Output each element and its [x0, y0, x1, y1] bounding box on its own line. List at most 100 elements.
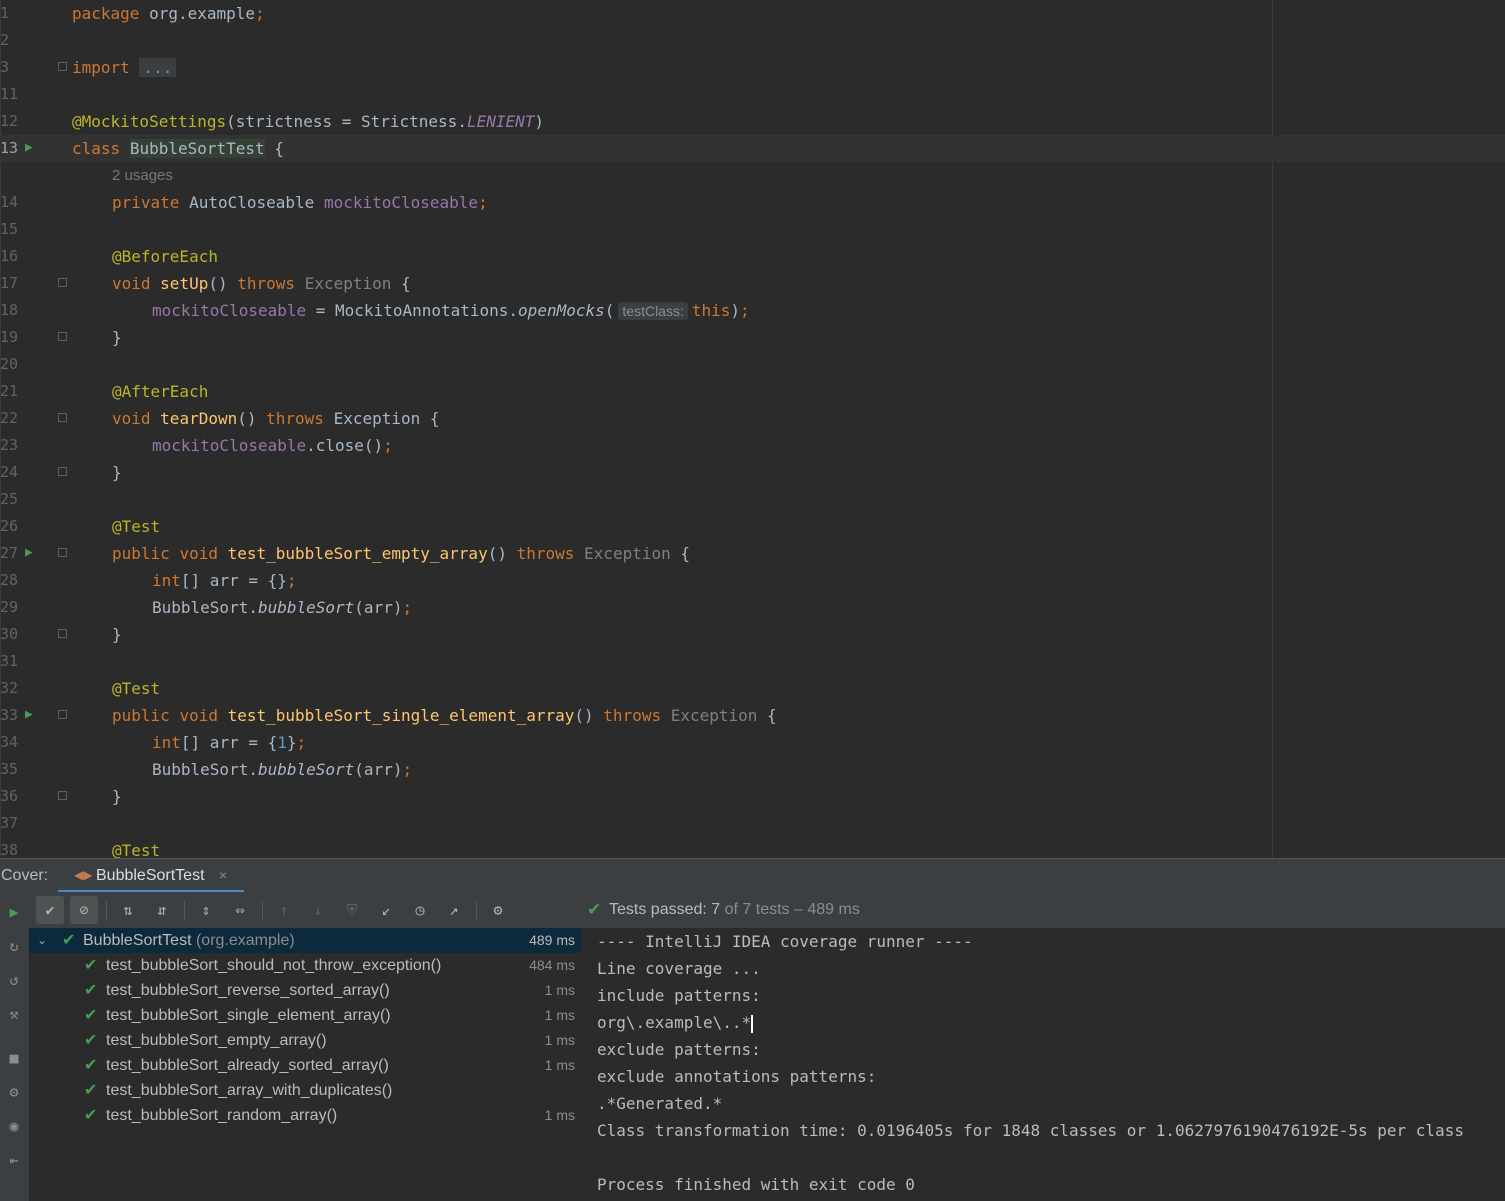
- code-line-31[interactable]: 31: [0, 648, 1505, 675]
- debug-icon[interactable]: ⚙: [4, 1082, 24, 1102]
- code-line-13[interactable]: 13 ▶ class BubbleSortTest {: [0, 135, 1505, 162]
- code-line-14[interactable]: 14 private AutoCloseable mockitoCloseabl…: [0, 189, 1505, 216]
- sort-alphabetically-icon[interactable]: ⇅: [114, 896, 142, 924]
- import-tests-icon[interactable]: ↙: [372, 896, 400, 924]
- code-line-24[interactable]: 24 }: [0, 459, 1505, 486]
- fold-toggle-icon[interactable]: [58, 548, 67, 557]
- line-number: 30: [0, 625, 19, 643]
- code-line-29[interactable]: 29 BubbleSort.bubbleSort(arr);: [0, 594, 1505, 621]
- show-passed-icon[interactable]: ✔: [36, 896, 64, 924]
- code-line-1[interactable]: 1 package org.example;: [0, 0, 1505, 27]
- expand-all-icon[interactable]: ⇕: [192, 896, 220, 924]
- code-line-12[interactable]: 12 @MockitoSettings(strictness = Strictn…: [0, 108, 1505, 135]
- exit-icon[interactable]: ⇤: [4, 1150, 24, 1170]
- code-line-3[interactable]: 3 import ...: [0, 54, 1505, 81]
- tree-test-row[interactable]: ✔ test_bubbleSort_should_not_throw_excep…: [29, 953, 581, 978]
- code-line-27[interactable]: 27 ▶ public void test_bubbleSort_empty_a…: [0, 540, 1505, 567]
- check-icon: ✔: [62, 932, 76, 949]
- shield-icon[interactable]: ⛨: [338, 896, 366, 924]
- export-results-icon[interactable]: ↗: [440, 896, 468, 924]
- code-line-18[interactable]: 18 mockitoCloseable = MockitoAnnotations…: [0, 297, 1505, 324]
- side-action-strip: ▶ ↻ ↺ ⚒ ■ ⚙ ◉ ⇤: [0, 892, 30, 1201]
- code-line-32[interactable]: 32 @Test: [0, 675, 1505, 702]
- code-line-25[interactable]: 25: [0, 486, 1505, 513]
- test-history-icon[interactable]: ◷: [406, 896, 434, 924]
- tree-root-row[interactable]: ⌄ ✔ BubbleSortTest (org.example) 489 ms: [29, 928, 581, 953]
- rerun-icon[interactable]: ▶: [4, 902, 24, 922]
- code-text: {: [264, 139, 284, 158]
- code-line-30[interactable]: 30 }: [0, 621, 1505, 648]
- tree-test-row[interactable]: ✔ test_bubbleSort_already_sorted_array()…: [29, 1053, 581, 1078]
- usages-hint[interactable]: 2 usages: [112, 162, 173, 189]
- test-results-tree[interactable]: ⌄ ✔ BubbleSortTest (org.example) 489 ms …: [29, 928, 582, 1201]
- code-line-11[interactable]: 11: [0, 81, 1505, 108]
- code-line-36[interactable]: 36 }: [0, 783, 1505, 810]
- wrench-icon[interactable]: ⚒: [4, 1004, 24, 1024]
- run-test-gutter-icon[interactable]: ▶: [25, 708, 41, 722]
- toggle-auto-test-icon[interactable]: ↺: [4, 970, 24, 990]
- console-line: org\.example\..*: [597, 1013, 752, 1032]
- run-test-gutter-icon[interactable]: ▶: [25, 141, 41, 155]
- keyword: class: [72, 139, 121, 158]
- fold-toggle-icon[interactable]: [58, 467, 67, 476]
- code-text: (strictness = Strictness.: [226, 112, 467, 131]
- fold-toggle-icon[interactable]: [58, 332, 67, 341]
- fold-toggle-icon[interactable]: [58, 413, 67, 422]
- code-line-19[interactable]: 19 }: [0, 324, 1505, 351]
- code-line-15[interactable]: 15: [0, 216, 1505, 243]
- check-icon: ✔: [84, 1107, 98, 1124]
- next-test-icon[interactable]: ↓: [304, 896, 332, 924]
- fold-toggle-icon[interactable]: [58, 62, 67, 71]
- code-line-2[interactable]: 2: [0, 27, 1505, 54]
- console-line: .*Generated.*: [597, 1094, 723, 1113]
- class-name: BubbleSortTest: [83, 932, 192, 949]
- tab-bubblesorttest[interactable]: ◀▶ BubbleSortTest ×: [58, 859, 244, 893]
- fold-toggle-icon[interactable]: [58, 629, 67, 638]
- line-number: 15: [0, 220, 19, 238]
- stop-icon[interactable]: ■: [4, 1048, 24, 1068]
- line-number: 26: [0, 517, 19, 535]
- code-line-21[interactable]: 21 @AfterEach: [0, 378, 1505, 405]
- tree-test-row[interactable]: ✔ test_bubbleSort_array_with_duplicates(…: [29, 1078, 581, 1103]
- show-ignored-icon[interactable]: ⊘: [70, 896, 98, 924]
- console-line-with-caret: org\.example\..*: [597, 1009, 754, 1036]
- code-line-33[interactable]: 33 ▶ public void test_bubbleSort_single_…: [0, 702, 1505, 729]
- tree-test-row[interactable]: ✔ test_bubbleSort_reverse_sorted_array()…: [29, 978, 581, 1003]
- sort-by-duration-icon[interactable]: ⇵: [148, 896, 176, 924]
- gear-icon[interactable]: ⚙: [484, 896, 512, 924]
- semicolon: ;: [478, 193, 488, 212]
- camera-icon[interactable]: ◉: [4, 1116, 24, 1136]
- tree-test-row[interactable]: ✔ test_bubbleSort_random_array() 1 ms: [29, 1103, 581, 1128]
- code-line-28[interactable]: 28 int[] arr = {};: [0, 567, 1505, 594]
- code-line-16[interactable]: 16 @BeforeEach: [0, 243, 1505, 270]
- test-method-label: test_bubbleSort_empty_array(): [106, 1032, 327, 1049]
- code-line-35[interactable]: 35 BubbleSort.bubbleSort(arr);: [0, 756, 1505, 783]
- code-line-38[interactable]: 38 @Test: [0, 837, 1505, 858]
- collapse-all-icon[interactable]: ⇔: [226, 896, 254, 924]
- rerun-failed-icon[interactable]: ↻: [4, 936, 24, 956]
- previous-test-icon[interactable]: ↑: [270, 896, 298, 924]
- code-line-22[interactable]: 22 void tearDown() throws Exception {: [0, 405, 1505, 432]
- field-name: mockitoCloseable: [152, 301, 307, 320]
- code-line-17[interactable]: 17 void setUp() throws Exception {: [0, 270, 1505, 297]
- fold-toggle-icon[interactable]: [58, 791, 67, 800]
- code-line-23[interactable]: 23 mockitoCloseable.close();: [0, 432, 1505, 459]
- chevron-down-icon[interactable]: ⌄: [37, 928, 47, 953]
- console-output[interactable]: ---- IntelliJ IDEA coverage runner ---- …: [581, 928, 1505, 1201]
- keyword: throws: [516, 544, 575, 563]
- fold-toggle-icon[interactable]: [58, 710, 67, 719]
- check-icon: ✔: [84, 1082, 98, 1099]
- code-line-34[interactable]: 34 int[] arr = {1};: [0, 729, 1505, 756]
- code-editor[interactable]: 1 package org.example; 2 3 import ... 11…: [0, 0, 1505, 858]
- fold-toggle-icon[interactable]: [58, 278, 67, 287]
- line-number: 37: [0, 814, 19, 832]
- tree-test-row[interactable]: ✔ test_bubbleSort_single_element_array()…: [29, 1003, 581, 1028]
- code-line-26[interactable]: 26 @Test: [0, 513, 1505, 540]
- code-line-20[interactable]: 20: [0, 351, 1505, 378]
- tree-test-row[interactable]: ✔ test_bubbleSort_empty_array() 1 ms: [29, 1028, 581, 1053]
- keyword: void: [112, 274, 151, 293]
- run-test-gutter-icon[interactable]: ▶: [25, 546, 41, 560]
- code-line-37[interactable]: 37: [0, 810, 1505, 837]
- folded-imports[interactable]: ...: [139, 58, 177, 77]
- close-icon[interactable]: ×: [219, 867, 227, 883]
